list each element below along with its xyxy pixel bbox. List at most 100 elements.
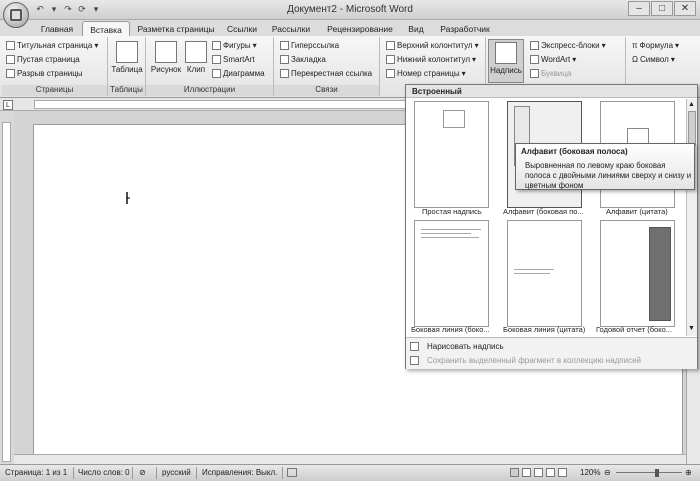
textbox-preview: [443, 110, 465, 128]
draw-textbox-icon: [410, 342, 419, 351]
divider: [196, 467, 197, 479]
equation-button[interactable]: π Формула ▾: [632, 40, 679, 51]
tab-mailings[interactable]: Рассылки: [265, 22, 317, 36]
gallery-item-annual-report-sidebar[interactable]: [600, 220, 675, 327]
macro-record-icon[interactable]: [287, 468, 297, 477]
page-number-button[interactable]: Номер страницы ▾: [386, 68, 466, 79]
symbol-button[interactable]: Ω Символ ▾: [632, 54, 675, 65]
scroll-down-icon[interactable]: ▼: [688, 325, 696, 332]
textbox-button[interactable]: Надпись: [488, 39, 524, 83]
gallery-item-label: Простая надпись: [422, 207, 482, 216]
zoom-level[interactable]: 120%: [580, 468, 600, 477]
picture-button[interactable]: Рисунок: [148, 41, 184, 74]
tab-home[interactable]: Главная: [34, 22, 80, 36]
vertical-ruler[interactable]: [2, 122, 11, 462]
zoom-slider[interactable]: [616, 472, 682, 473]
chevron-down-icon: ▾: [94, 41, 99, 50]
tab-review[interactable]: Рецензирование: [321, 22, 399, 36]
page-break-button[interactable]: Разрыв страницы: [6, 68, 83, 79]
quote-line: [514, 273, 550, 274]
bookmark-button[interactable]: Закладка: [280, 54, 326, 65]
full-screen-view-icon[interactable]: [522, 468, 531, 477]
smartart-button[interactable]: SmartArt: [212, 54, 255, 65]
zoom-slider-thumb[interactable]: [655, 469, 659, 477]
shapes-icon: [212, 41, 221, 50]
gallery-item-sideline-quote[interactable]: [507, 220, 582, 327]
clip-button[interactable]: Клип: [184, 41, 208, 74]
gallery-scrollbar[interactable]: ▲ ▼: [686, 99, 697, 336]
save-selection-menu-item[interactable]: Сохранить выделенный фрагмент в коллекци…: [410, 354, 641, 367]
page-number-icon: [386, 69, 395, 78]
spellcheck-icon[interactable]: ⊘: [139, 468, 146, 477]
zoom-in-icon[interactable]: ⊕: [685, 468, 692, 477]
office-button[interactable]: [3, 2, 29, 28]
gallery-item-sideline-sidebar[interactable]: [414, 220, 489, 327]
quick-parts-icon: [530, 41, 539, 50]
drop-cap-icon: [530, 69, 539, 78]
view-buttons: [510, 468, 567, 477]
maximize-button[interactable]: □: [651, 1, 673, 16]
smartart-icon: [212, 55, 221, 64]
print-layout-view-icon[interactable]: [510, 468, 519, 477]
blank-page-button[interactable]: Пустая страница: [6, 54, 80, 65]
chevron-down-icon: ▾: [472, 55, 477, 64]
chart-button[interactable]: Диаграмма: [212, 68, 265, 79]
status-page[interactable]: Страница: 1 из 1: [5, 468, 67, 477]
header-label: Верхний колонтитул: [397, 41, 473, 50]
status-bar: Страница: 1 из 1 Число слов: 0 ⊘ русский…: [0, 464, 700, 481]
hyperlink-button[interactable]: Гиперссылка: [280, 40, 339, 51]
horizontal-scrollbar[interactable]: [14, 454, 686, 464]
wordart-button[interactable]: WordArt ▾: [530, 54, 576, 65]
cross-reference-icon: [280, 69, 289, 78]
drop-cap-button[interactable]: Буквица: [530, 68, 571, 79]
zoom-out-icon[interactable]: ⊖: [604, 468, 611, 477]
divider: [132, 467, 133, 479]
group-links-label: Связи: [274, 85, 379, 96]
pi-icon: π: [632, 41, 638, 50]
ribbon-tabs: Главная Вставка Разметка страницы Ссылки…: [0, 20, 700, 37]
draft-view-icon[interactable]: [558, 468, 567, 477]
shapes-label: Фигуры: [223, 41, 251, 50]
status-track-changes[interactable]: Исправления: Выкл.: [202, 468, 277, 477]
shapes-button[interactable]: Фигуры ▾: [212, 40, 257, 51]
table-button[interactable]: Таблица: [111, 41, 143, 74]
tab-references[interactable]: Ссылки: [222, 22, 262, 36]
tab-page-layout[interactable]: Разметка страницы: [131, 22, 221, 36]
gallery-scroll-thumb[interactable]: [688, 111, 696, 146]
status-language[interactable]: русский: [162, 468, 191, 477]
cover-page-button[interactable]: Титульная страница ▾: [6, 40, 98, 51]
draw-textbox-menu-item[interactable]: Нарисовать надпись: [410, 340, 504, 353]
status-word-count[interactable]: Число слов: 0: [78, 468, 130, 477]
chevron-down-icon: ▾: [601, 41, 606, 50]
textbox-icon: [495, 42, 517, 64]
group-illustrations: Рисунок Клип Фигуры ▾ SmartArt Диаграмма …: [146, 37, 274, 96]
tab-view[interactable]: Вид: [402, 22, 430, 36]
bookmark-icon: [280, 55, 289, 64]
page-break-icon: [6, 69, 15, 78]
gallery-item-simple-textbox[interactable]: [414, 101, 489, 208]
footer-icon: [386, 55, 395, 64]
save-selection-label: Сохранить выделенный фрагмент в коллекци…: [427, 356, 642, 365]
scroll-up-icon[interactable]: ▲: [688, 101, 696, 108]
blank-page-icon: [6, 55, 15, 64]
tab-developer[interactable]: Разработчик: [434, 22, 496, 36]
header-icon: [386, 41, 395, 50]
quick-parts-button[interactable]: Экспресс-блоки ▾: [530, 40, 606, 51]
chevron-down-icon: ▾: [461, 69, 466, 78]
quick-parts-label: Экспресс-блоки: [541, 41, 600, 50]
sidebar-line: [421, 229, 481, 230]
text-cursor-icon: [126, 192, 130, 204]
minimize-button[interactable]: –: [628, 1, 650, 16]
tab-insert[interactable]: Вставка: [82, 21, 130, 37]
page-number-label: Номер страницы: [397, 69, 460, 78]
close-button[interactable]: ✕: [674, 1, 696, 16]
footer-button[interactable]: Нижний колонтитул ▾: [386, 54, 476, 65]
header-button[interactable]: Верхний колонтитул ▾: [386, 40, 479, 51]
tab-selector[interactable]: L: [3, 100, 13, 110]
picture-icon: [155, 41, 177, 63]
group-illustrations-label: Иллюстрации: [146, 85, 273, 96]
hyperlink-label: Гиперссылка: [291, 41, 340, 50]
web-layout-view-icon[interactable]: [534, 468, 543, 477]
outline-view-icon[interactable]: [546, 468, 555, 477]
cross-reference-button[interactable]: Перекрестная ссылка: [280, 68, 372, 79]
